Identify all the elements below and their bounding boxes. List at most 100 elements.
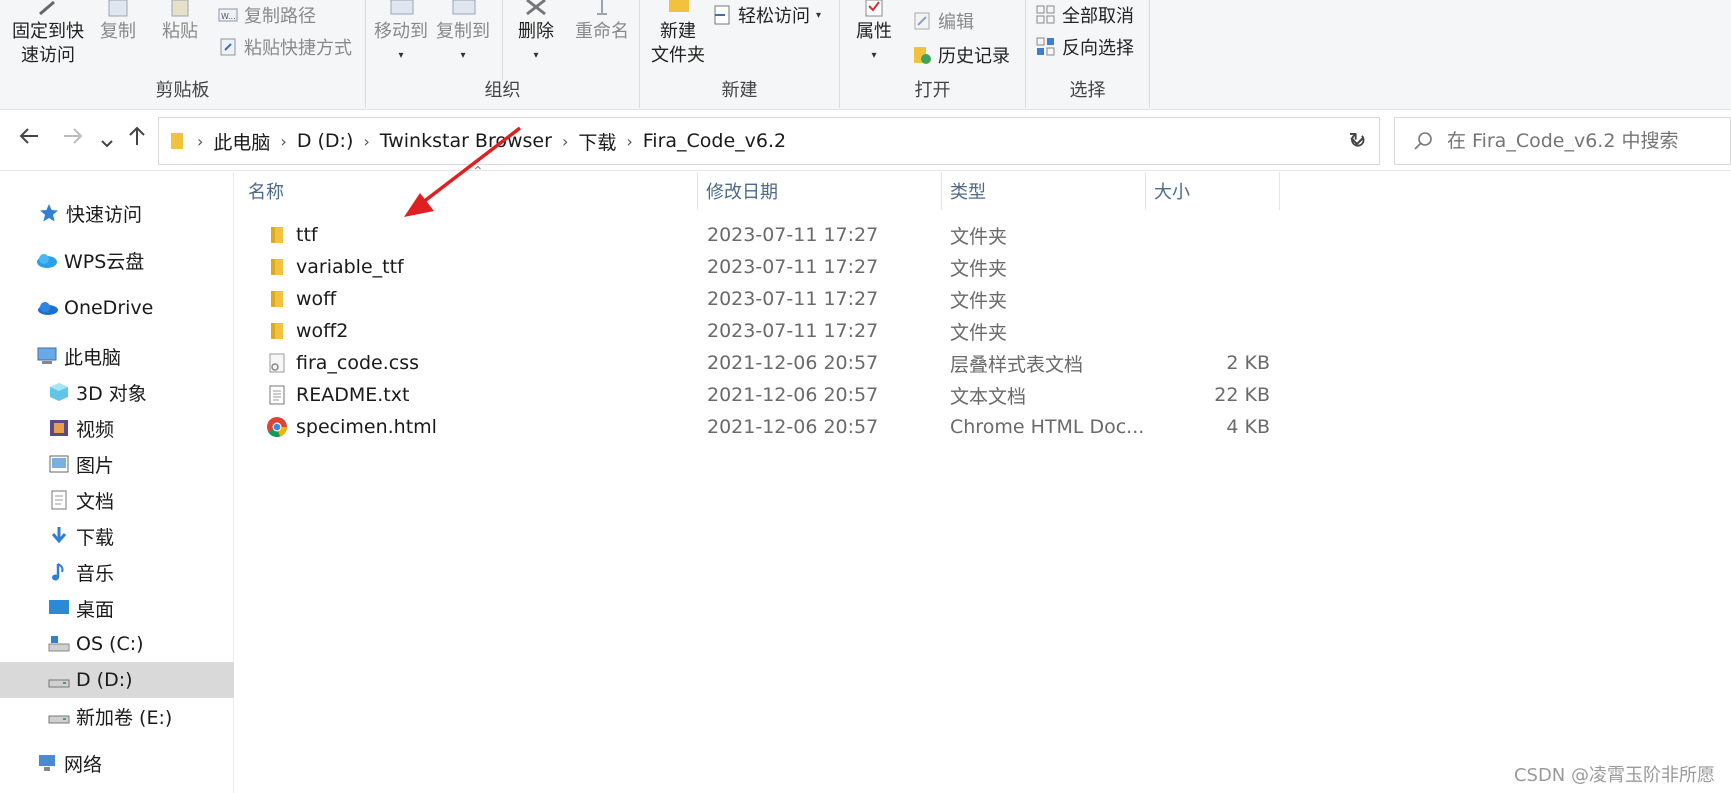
file-name-cell: ttf: [266, 219, 318, 251]
select-none-label: 全部取消: [1062, 6, 1134, 27]
search-icon: [1414, 132, 1432, 150]
easy-access-button[interactable]: 轻松访问 ▾: [712, 2, 821, 28]
new-group-label: 新建: [721, 80, 758, 101]
file-row[interactable]: ttf 2023-07-11 17:27 文件夹: [240, 219, 1280, 251]
copy-to-label: 复制到: [436, 21, 490, 42]
file-type: Chrome HTML Doc...: [950, 416, 1145, 438]
desktop-icon: [48, 597, 70, 619]
properties-button[interactable]: 属性 ▾: [850, 0, 898, 68]
refresh-button[interactable]: ↻: [1336, 117, 1380, 165]
sidebar-item-videos[interactable]: 视频: [0, 410, 234, 446]
open-group-label: 打开: [914, 80, 951, 101]
file-name: woff2: [296, 320, 349, 342]
delete-button[interactable]: 删除 ▾: [514, 0, 558, 68]
properties-label: 属性: [856, 21, 892, 42]
copy-button[interactable]: 复制: [96, 0, 140, 44]
back-button[interactable]: [18, 125, 40, 153]
column-header-name[interactable]: 名称 ⌃: [240, 164, 698, 210]
sidebar-item-onedrive[interactable]: OneDrive: [0, 290, 234, 326]
breadcrumb-item[interactable]: 下载: [572, 128, 622, 155]
file-name: specimen.html: [296, 416, 437, 438]
column-header-date[interactable]: 修改日期: [698, 172, 942, 210]
file-type: 层叠样式表文档: [950, 353, 1084, 376]
invert-selection-label: 反向选择: [1062, 38, 1134, 59]
move-to-button[interactable]: 移动到 ▾: [372, 0, 430, 68]
sidebar-item-wps-cloud[interactable]: WPS云盘: [0, 242, 234, 278]
file-name: README.txt: [296, 384, 410, 406]
new-folder-button[interactable]: 新建 文件夹: [646, 0, 710, 68]
file-size: [1146, 251, 1270, 283]
new-group: 新建 文件夹 轻松访问 ▾ 新建: [640, 0, 840, 108]
sidebar-item-documents[interactable]: 文档: [0, 482, 234, 518]
rename-button[interactable]: 重命名: [570, 0, 634, 44]
sidebar-item-music[interactable]: 音乐: [0, 554, 234, 590]
file-row[interactable]: README.txt 2021-12-06 20:57 文本文档 22 KB: [240, 379, 1280, 411]
file-row[interactable]: variable_ttf 2023-07-11 17:27 文件夹: [240, 251, 1280, 283]
breadcrumb-item[interactable]: Fira_Code_v6.2: [637, 130, 792, 152]
sidebar-item-pictures[interactable]: 图片: [0, 446, 234, 482]
file-row[interactable]: fira_code.css 2021-12-06 20:57 层叠样式表文档 2…: [240, 347, 1280, 379]
sidebar-item-3d-objects[interactable]: 3D 对象: [0, 374, 234, 410]
column-header-size[interactable]: 大小: [1146, 172, 1280, 210]
sidebar-item-this-pc[interactable]: 此电脑: [0, 338, 234, 374]
sidebar-item-label: 视频: [76, 418, 115, 441]
recent-locations-button[interactable]: [100, 129, 114, 157]
sidebar-item-drive-d[interactable]: D (D:): [0, 662, 234, 698]
folder-icon: [266, 256, 288, 278]
address-bar[interactable]: › 此电脑 › D (D:) › Twinkstar Browser › 下载 …: [158, 117, 1380, 165]
forward-button[interactable]: [62, 125, 84, 153]
css-file-icon: [266, 352, 288, 374]
sidebar-item-quick-access[interactable]: 快速访问: [0, 195, 234, 231]
copy-to-button[interactable]: 复制到 ▾: [434, 0, 492, 68]
breadcrumb-item[interactable]: D (D:): [291, 130, 360, 152]
select-none-button[interactable]: 全部取消: [1036, 2, 1134, 28]
properties-icon: [865, 0, 883, 17]
history-button[interactable]: 历史记录: [912, 42, 1010, 68]
delete-label: 删除: [518, 21, 554, 42]
easy-access-label: 轻松访问: [738, 6, 810, 27]
file-date: 2021-12-06 20:57: [707, 384, 879, 406]
paste-shortcut-button[interactable]: 粘贴快捷方式: [218, 34, 352, 60]
sidebar-item-label: 网络: [64, 753, 103, 776]
breadcrumb-separator-icon: ›: [561, 131, 569, 151]
file-date: 2023-07-11 17:27: [707, 224, 879, 246]
text-file-icon: [266, 384, 288, 406]
paste-button[interactable]: 粘贴: [158, 0, 202, 44]
pin-quick-access-button[interactable]: 固定到快 速访问: [8, 0, 88, 68]
sort-ascending-icon: ⌃: [472, 164, 484, 180]
breadcrumb-separator-icon: ›: [197, 131, 204, 151]
sidebar-item-drive-c[interactable]: OS (C:): [0, 626, 234, 662]
copy-path-button[interactable]: W... 复制路径: [218, 2, 316, 28]
file-row[interactable]: specimen.html 2021-12-06 20:57 Chrome HT…: [240, 411, 1280, 443]
search-box[interactable]: [1394, 117, 1731, 165]
ribbon: 固定到快 速访问 复制 粘贴 W... 复制路径 粘贴快捷方式 剪贴板 移动到 …: [0, 0, 1731, 110]
file-name-cell: specimen.html: [266, 411, 437, 443]
file-row[interactable]: woff2 2023-07-11 17:27 文件夹: [240, 315, 1280, 347]
sidebar-item-downloads[interactable]: 下载: [0, 518, 234, 554]
easy-access-dropdown-icon: ▾: [816, 9, 822, 21]
sidebar-item-network[interactable]: 网络: [0, 745, 234, 781]
onedrive-icon: [36, 297, 58, 319]
sidebar-item-label: 图片: [76, 454, 115, 477]
sidebar-item-desktop[interactable]: 桌面: [0, 590, 234, 626]
file-type: 文本文档: [950, 385, 1027, 408]
invert-selection-button[interactable]: 反向选择: [1036, 34, 1134, 60]
watermark: CSDN @凌霄玉阶非所愿: [1513, 765, 1715, 786]
column-header-type[interactable]: 类型: [942, 172, 1146, 210]
up-button[interactable]: [126, 125, 148, 153]
sidebar-item-label: D (D:): [76, 669, 133, 691]
paste-icon: [171, 0, 189, 17]
navigation-pane: 快速访问 WPS云盘 OneDrive 此电脑 3D 对象 视频 图片 文档 下…: [0, 172, 234, 793]
edit-button[interactable]: 编辑: [912, 8, 974, 34]
breadcrumb-item[interactable]: 此电脑: [207, 128, 276, 155]
sidebar-item-label: OS (C:): [76, 633, 144, 655]
download-icon: [48, 525, 70, 547]
file-row[interactable]: woff 2023-07-11 17:27 文件夹: [240, 283, 1280, 315]
search-input[interactable]: [1447, 130, 1707, 152]
picture-icon: [48, 453, 70, 475]
file-date: 2023-07-11 17:27: [707, 320, 879, 342]
breadcrumb-item[interactable]: Twinkstar Browser: [374, 130, 558, 152]
file-size: [1146, 315, 1270, 347]
pin-quick-access-label: 固定到快 速访问: [12, 21, 84, 66]
sidebar-item-drive-e[interactable]: 新加卷 (E:): [0, 698, 234, 734]
